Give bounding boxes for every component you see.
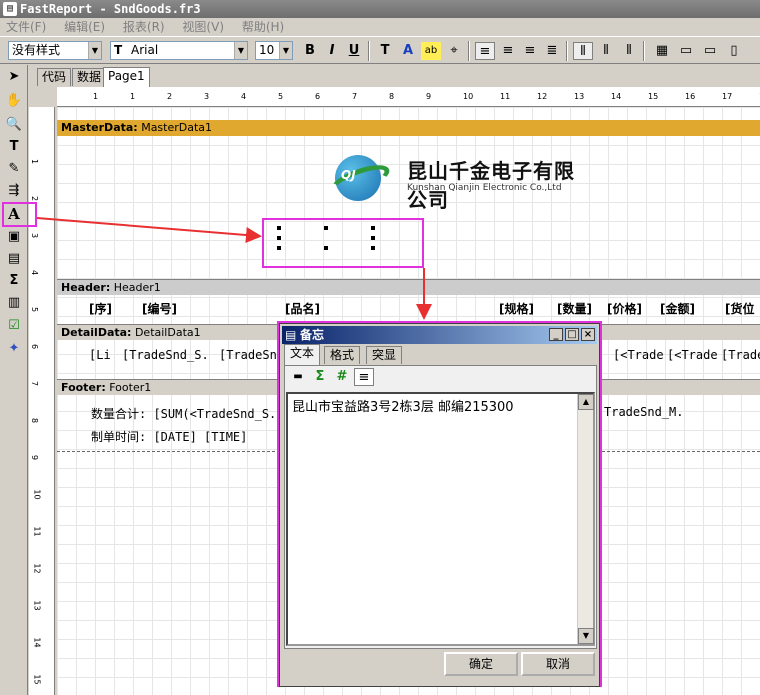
arrow-to-object (36, 217, 262, 243)
memo-dialog-title: 备忘 (300, 328, 325, 342)
memo-text-editor[interactable]: 昆山市宝益路3号2栋3层 邮编215300 ▲ ▼ (286, 392, 595, 646)
memo-tab-highlight[interactable]: 突显 (366, 346, 403, 364)
memo-dialog-titlebar[interactable]: ▤ 备忘 _ □ × (282, 326, 597, 344)
cancel-button[interactable]: 取消 (521, 652, 595, 676)
word-wrap-icon[interactable]: ≡ (354, 368, 374, 386)
memo-tab-format[interactable]: 格式 (324, 346, 361, 364)
close-button[interactable]: × (581, 328, 595, 341)
memo-text-content[interactable]: 昆山市宝益路3号2栋3层 邮编215300 (292, 396, 514, 415)
scroll-up-icon[interactable]: ▲ (578, 394, 594, 410)
memo-icon: ▤ (285, 328, 297, 342)
memo-tab-format-label: 格式 (330, 348, 355, 362)
insert-aggregate-icon[interactable]: Σ (310, 368, 330, 386)
maximize-button[interactable]: □ (565, 328, 579, 341)
memo-scrollbar[interactable]: ▲ ▼ (577, 394, 594, 644)
memo-tab-text-label: 文本 (290, 346, 315, 360)
ok-button[interactable]: 确定 (444, 652, 518, 676)
insert-field-icon[interactable]: ▬ (288, 368, 308, 386)
memo-tab-highlight-label: 突显 (372, 348, 397, 362)
memo-tab-text[interactable]: 文本 (284, 344, 321, 365)
minimize-button[interactable]: _ (549, 328, 563, 341)
memo-dialog: ▤ 备忘 _ □ × 文本 格式 突显 ▬ Σ # ≡ 昆山市宝益路3号2栋3层… (279, 323, 600, 687)
scroll-down-icon[interactable]: ▼ (578, 628, 594, 644)
insert-variable-icon[interactable]: # (332, 368, 352, 386)
